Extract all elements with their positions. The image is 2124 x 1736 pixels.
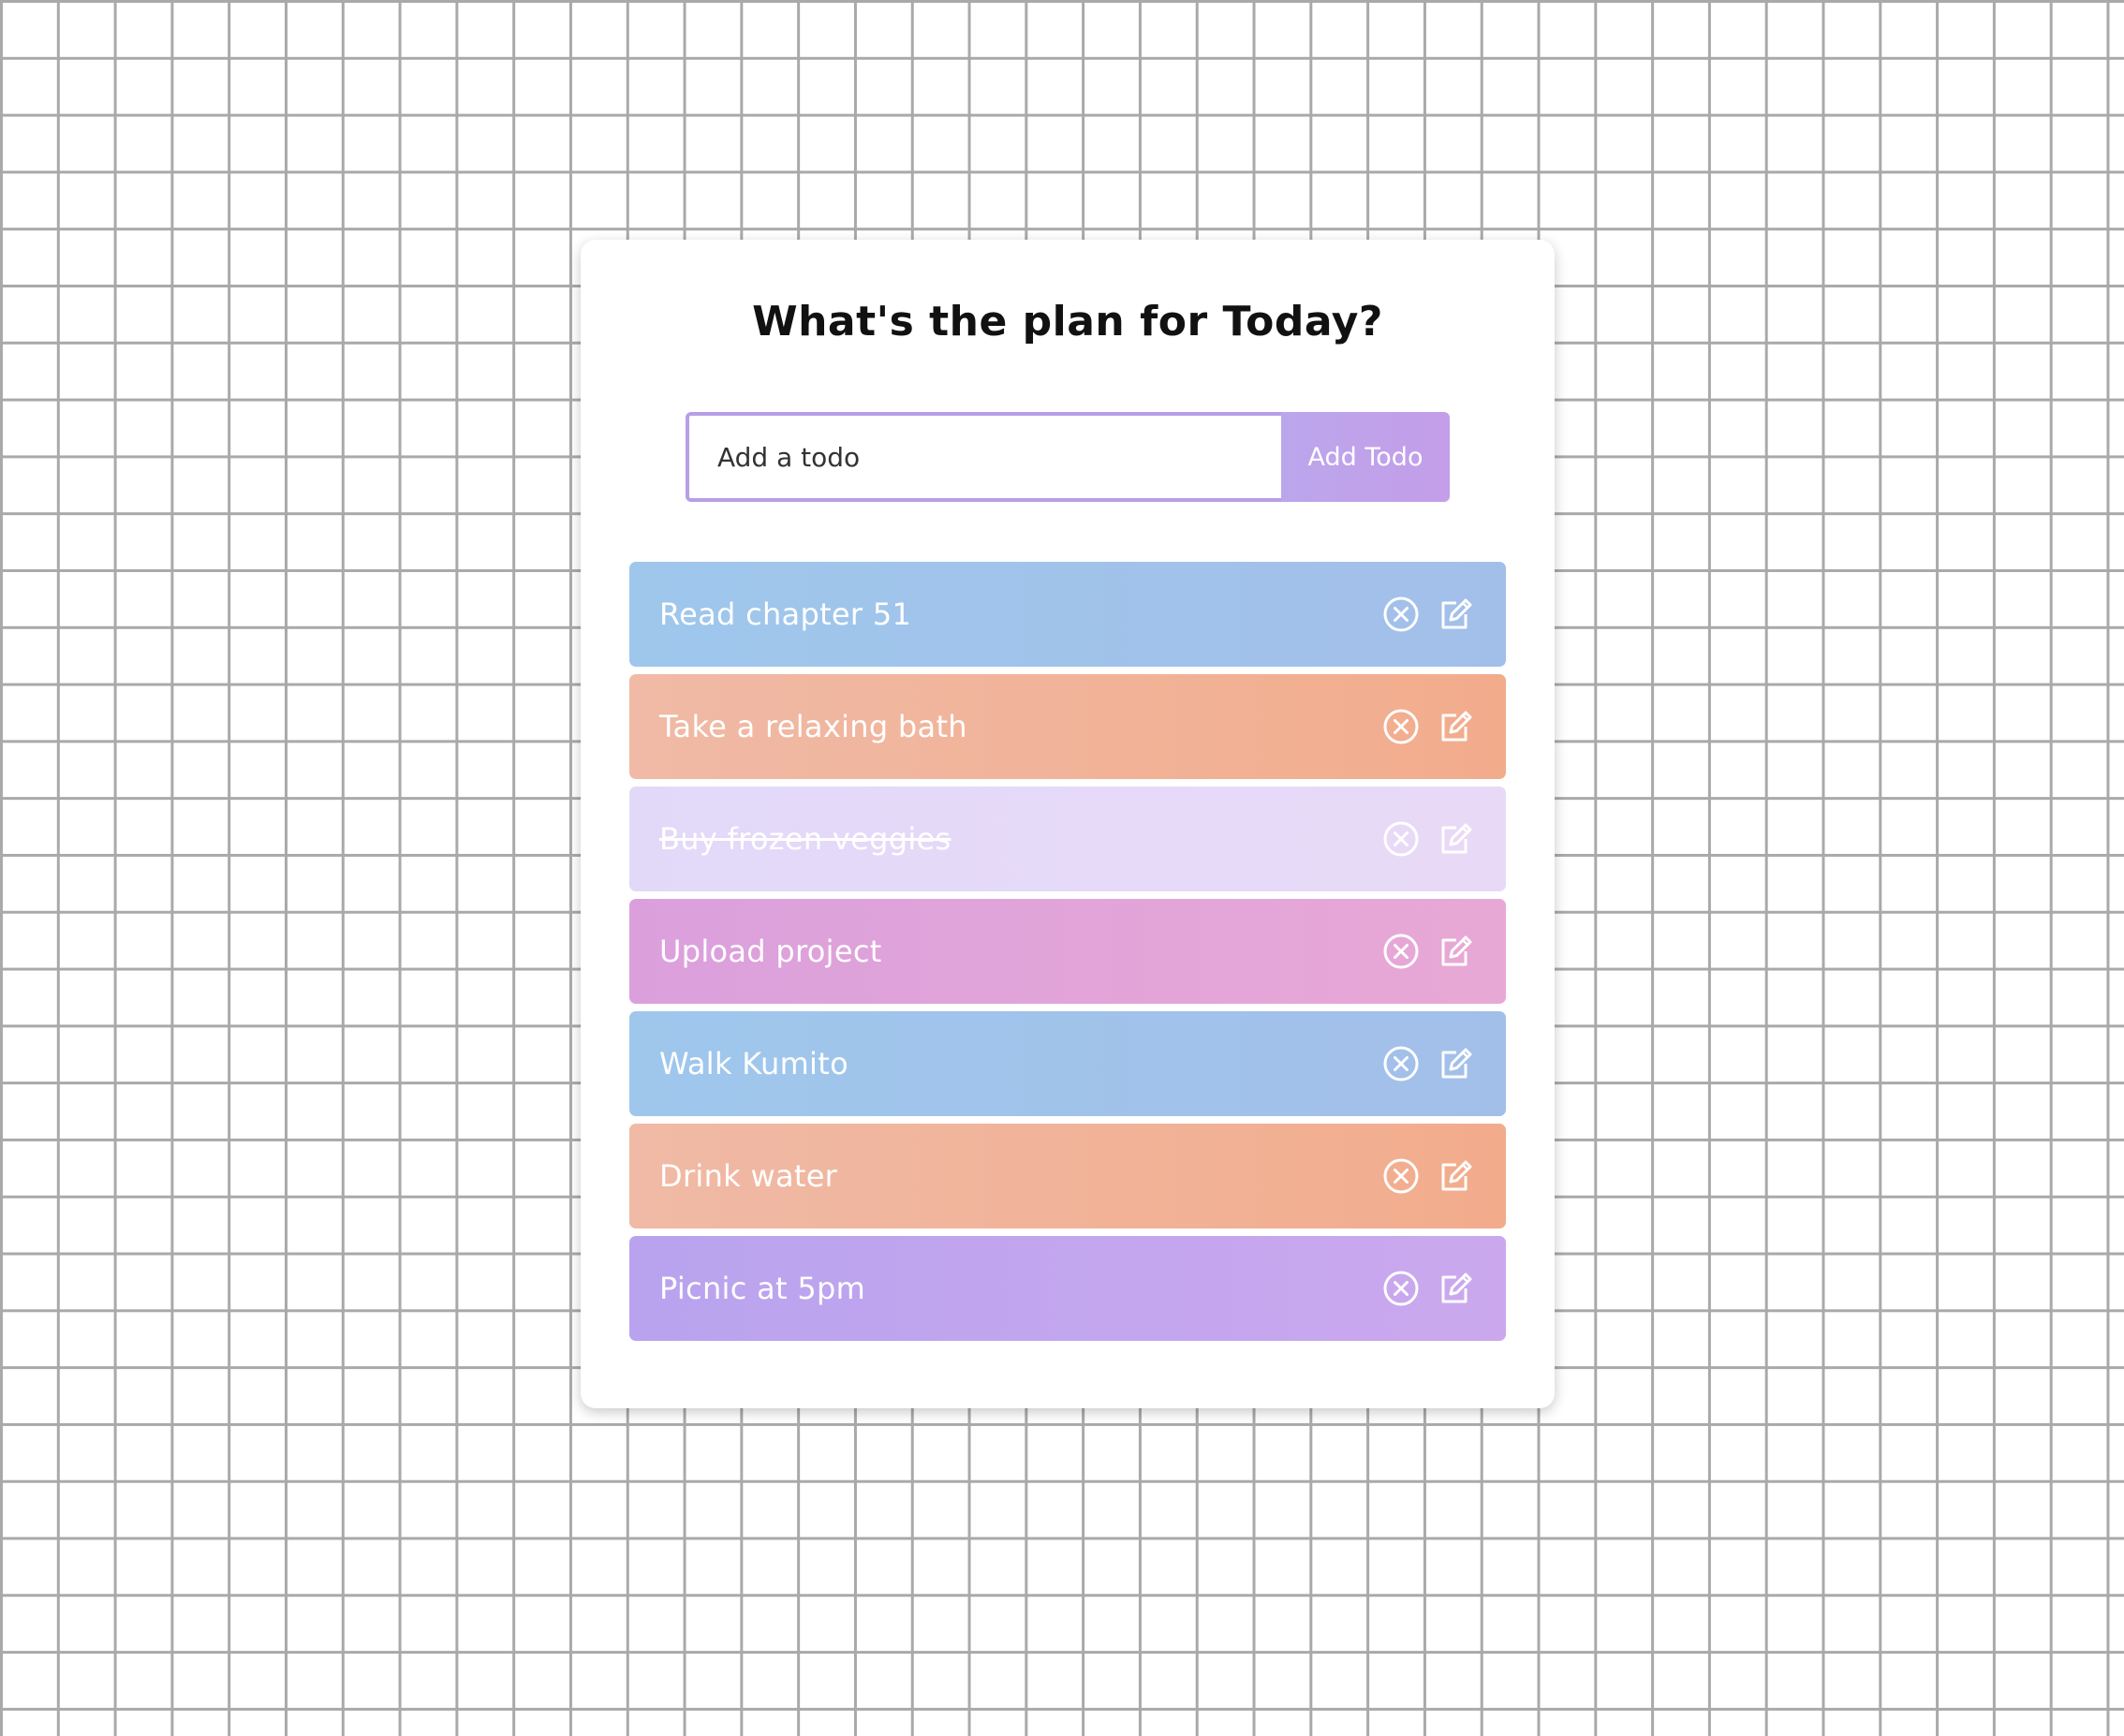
close-circle-icon[interactable] <box>1382 1045 1420 1082</box>
todo-item[interactable]: Walk Kumito <box>629 1011 1506 1116</box>
close-circle-icon[interactable] <box>1382 820 1420 858</box>
edit-icon[interactable] <box>1437 1270 1474 1307</box>
todo-item-text[interactable]: Read chapter 51 <box>659 596 911 632</box>
todo-item-actions <box>1382 596 1474 633</box>
page-title: What's the plan for Today? <box>752 298 1383 346</box>
todo-item-actions <box>1382 1270 1474 1307</box>
edit-icon[interactable] <box>1437 1045 1474 1082</box>
todo-item-text[interactable]: Take a relaxing bath <box>659 709 967 744</box>
edit-icon[interactable] <box>1437 820 1474 858</box>
todo-item[interactable]: Drink water <box>629 1124 1506 1228</box>
close-circle-icon[interactable] <box>1382 596 1420 633</box>
close-circle-icon[interactable] <box>1382 933 1420 970</box>
todo-item-complete[interactable]: Buy frozen veggies <box>629 787 1506 891</box>
close-circle-icon[interactable] <box>1382 1270 1420 1307</box>
todo-item-text[interactable]: Upload project <box>659 934 882 969</box>
todo-form: Add Todo <box>686 412 1450 502</box>
todo-item-text[interactable]: Buy frozen veggies <box>659 821 951 857</box>
edit-icon[interactable] <box>1437 1157 1474 1195</box>
todo-item-text[interactable]: Walk Kumito <box>659 1046 848 1081</box>
todo-item[interactable]: Picnic at 5pm <box>629 1236 1506 1341</box>
edit-icon[interactable] <box>1437 708 1474 745</box>
close-circle-icon[interactable] <box>1382 1157 1420 1195</box>
todo-item[interactable]: Take a relaxing bath <box>629 674 1506 779</box>
todo-item-actions <box>1382 708 1474 745</box>
todo-app-card: What's the plan for Today? Add Todo Read… <box>581 240 1555 1408</box>
todo-item[interactable]: Upload project <box>629 899 1506 1004</box>
todo-item[interactable]: Read chapter 51 <box>629 562 1506 667</box>
todo-item-actions <box>1382 820 1474 858</box>
todo-item-text[interactable]: Drink water <box>659 1158 837 1194</box>
todo-input[interactable] <box>686 412 1281 502</box>
close-circle-icon[interactable] <box>1382 708 1420 745</box>
todo-item-actions <box>1382 1045 1474 1082</box>
todo-list: Read chapter 51 Take a relaxing bath Buy… <box>629 562 1506 1348</box>
add-todo-button[interactable]: Add Todo <box>1281 412 1450 502</box>
todo-item-actions <box>1382 1157 1474 1195</box>
edit-icon[interactable] <box>1437 596 1474 633</box>
todo-item-text[interactable]: Picnic at 5pm <box>659 1271 865 1306</box>
todo-item-actions <box>1382 933 1474 970</box>
edit-icon[interactable] <box>1437 933 1474 970</box>
